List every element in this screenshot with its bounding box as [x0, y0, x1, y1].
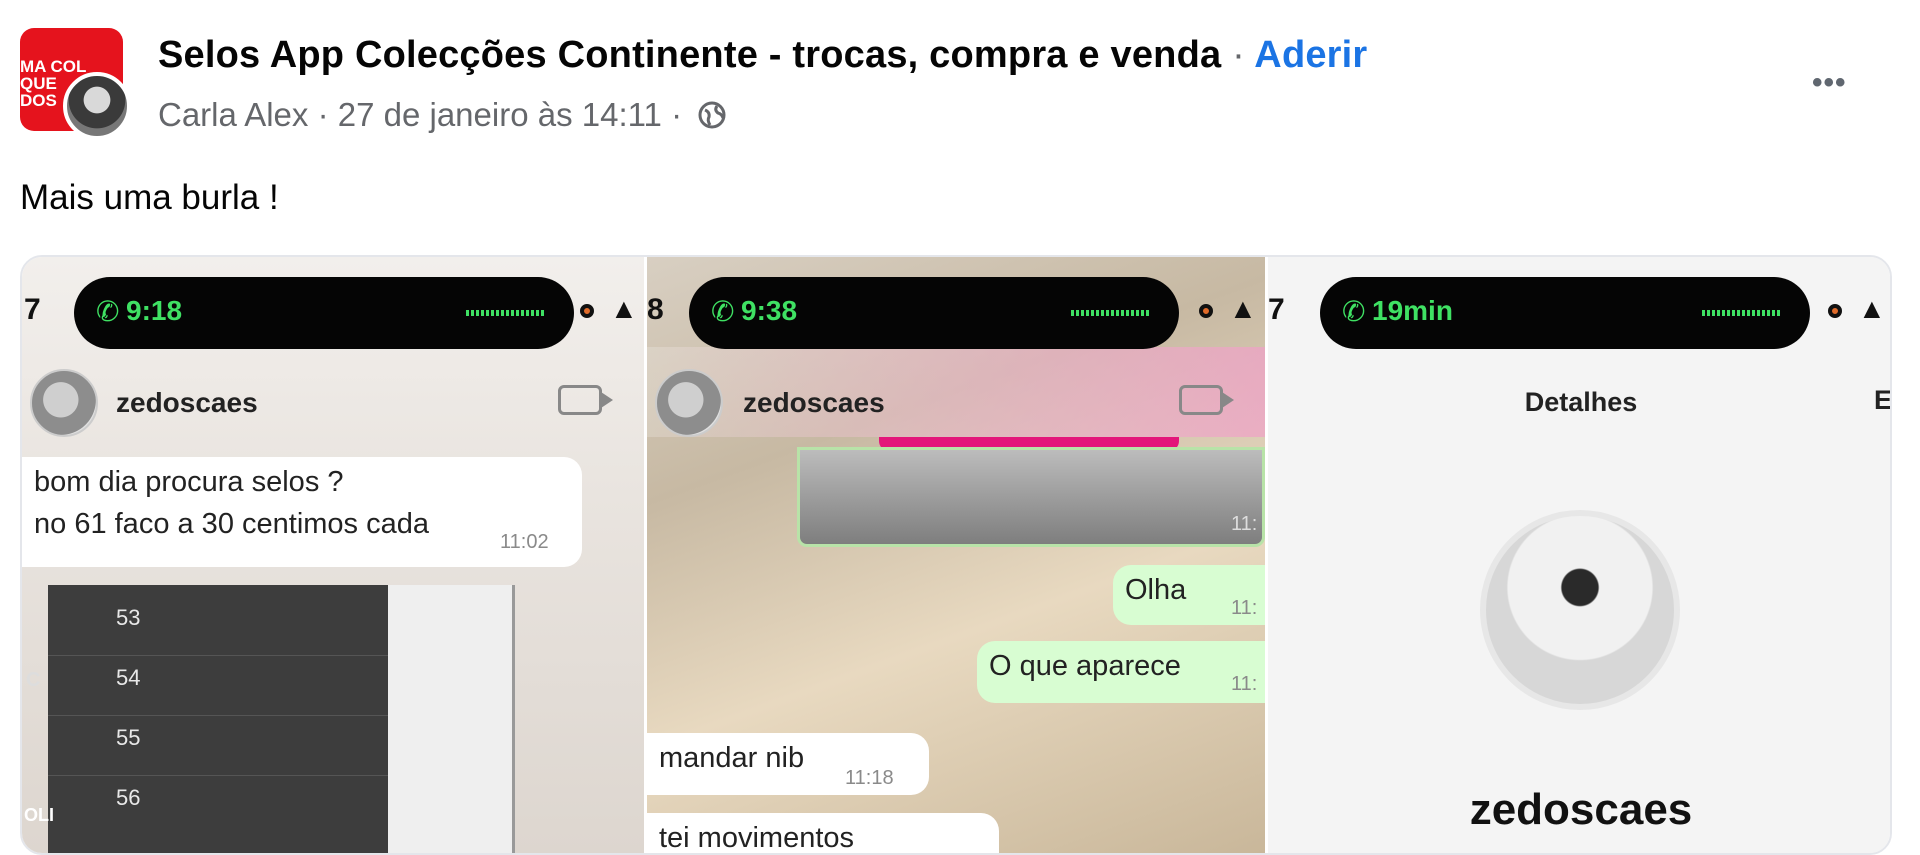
dropdown-divider [48, 715, 388, 716]
post-image-grid[interactable]: 7 ✆ 9:18 ▲ zedoscaes bom dia procura sel… [20, 255, 1892, 855]
video-call-icon [558, 385, 613, 415]
call-status-pill: ✆ 9:18 [74, 277, 574, 349]
status-clock-fragment: 7 [24, 293, 41, 326]
post-text: Mais uma burla ! [20, 178, 279, 217]
message-time: 11:18 [845, 767, 894, 789]
edge-letter: C [26, 669, 41, 691]
wifi-icon: ▲ [1858, 293, 1886, 324]
group-name-link[interactable]: Selos App Colecções Continente - trocas,… [158, 34, 1221, 76]
message-bubble-partial: tei movimentos [647, 813, 999, 853]
post-meta: Carla Alex · 27 de janeiro às 14:11 · [158, 96, 727, 138]
call-status-pill: ✆ 19min [1320, 277, 1810, 349]
screenshot-panel-1[interactable]: 7 ✆ 9:18 ▲ zedoscaes bom dia procura sel… [22, 257, 644, 853]
phone-icon: ✆ [96, 296, 120, 327]
dropdown-divider [48, 775, 388, 776]
shared-image-card [797, 447, 1265, 547]
message-bubble-offer: bom dia procura selos ? no 61 faco a 30 … [22, 457, 582, 567]
contact-avatar [655, 369, 723, 437]
audio-wave-icon [466, 310, 546, 316]
post-timestamp-link[interactable]: 27 de janeiro às 14:11 [338, 96, 662, 133]
status-clock-fragment: 8 [647, 293, 664, 326]
call-time: 9:38 [741, 295, 798, 326]
recording-dot-icon [1199, 304, 1213, 318]
message-line-1: bom dia procura selos ? [34, 466, 344, 498]
call-status-pill: ✆ 9:38 [689, 277, 1179, 349]
edge-letter: OLI [24, 805, 54, 825]
embedded-dropdown: 53 54 55 56 [48, 585, 388, 853]
message-time: 11: [1231, 673, 1258, 695]
screenshot-panel-2[interactable]: 8 ✆ 9:38 ▲ zedoscaes 11: Olha 11: O que … [647, 257, 1265, 853]
message-time: 11: [1231, 597, 1258, 619]
contact-avatar [30, 369, 98, 437]
wifi-icon: ▲ [610, 293, 638, 324]
author-avatar[interactable] [63, 72, 131, 140]
contact-name: zedoscaes [116, 387, 258, 418]
globe-icon[interactable] [697, 100, 727, 138]
dropdown-divider [48, 655, 388, 656]
audio-wave-icon [1071, 310, 1151, 316]
join-group-link[interactable]: Aderir [1254, 34, 1367, 76]
message-text: O que aparece [989, 650, 1181, 682]
status-clock-fragment: 7 [1268, 293, 1285, 326]
dropdown-item: 55 [116, 725, 141, 750]
profile-photo [1480, 510, 1680, 710]
phone-icon: ✆ [711, 296, 735, 327]
dropdown-item: 53 [116, 605, 141, 630]
screenshot-panel-3[interactable]: 7 ✆ 19min ▲ Detalhes E zedoscaes [1268, 257, 1892, 853]
embedded-screenshot-edge [382, 585, 515, 853]
wifi-icon: ▲ [1229, 293, 1257, 324]
dropdown-item: 56 [116, 785, 141, 810]
recording-dot-icon [1828, 304, 1842, 318]
details-title: Detalhes [1524, 387, 1638, 417]
message-text: Olha [1125, 574, 1187, 606]
profile-name: zedoscaes [1469, 785, 1693, 834]
phone-icon: ✆ [1342, 296, 1366, 327]
meta-separator-2: · [671, 96, 683, 133]
header-gradient [647, 347, 1265, 437]
edge-letter: E [1873, 385, 1892, 415]
message-time: 11:02 [500, 531, 549, 553]
call-time: 9:18 [126, 295, 183, 326]
audio-wave-icon [1702, 310, 1782, 316]
recording-dot-icon [580, 304, 594, 318]
video-call-icon [1179, 385, 1234, 415]
meta-separator: · [317, 96, 329, 133]
message-text: tei movimentos [659, 822, 855, 853]
message-bubble-aparece: O que aparece [977, 641, 1265, 703]
dropdown-item: 54 [116, 665, 141, 690]
group-title-line: Selos App Colecções Continente - trocas,… [158, 34, 1367, 77]
title-separator: · [1232, 34, 1245, 76]
contact-name: zedoscaes [743, 387, 885, 418]
author-name-link[interactable]: Carla Alex [158, 96, 308, 133]
message-line-2: no 61 faco a 30 centimos cada [34, 508, 429, 540]
message-text: mandar nib [659, 742, 805, 774]
call-time: 19min [1372, 295, 1453, 326]
more-options-button[interactable]: ••• [1812, 66, 1847, 100]
message-time: 11: [1231, 513, 1258, 535]
